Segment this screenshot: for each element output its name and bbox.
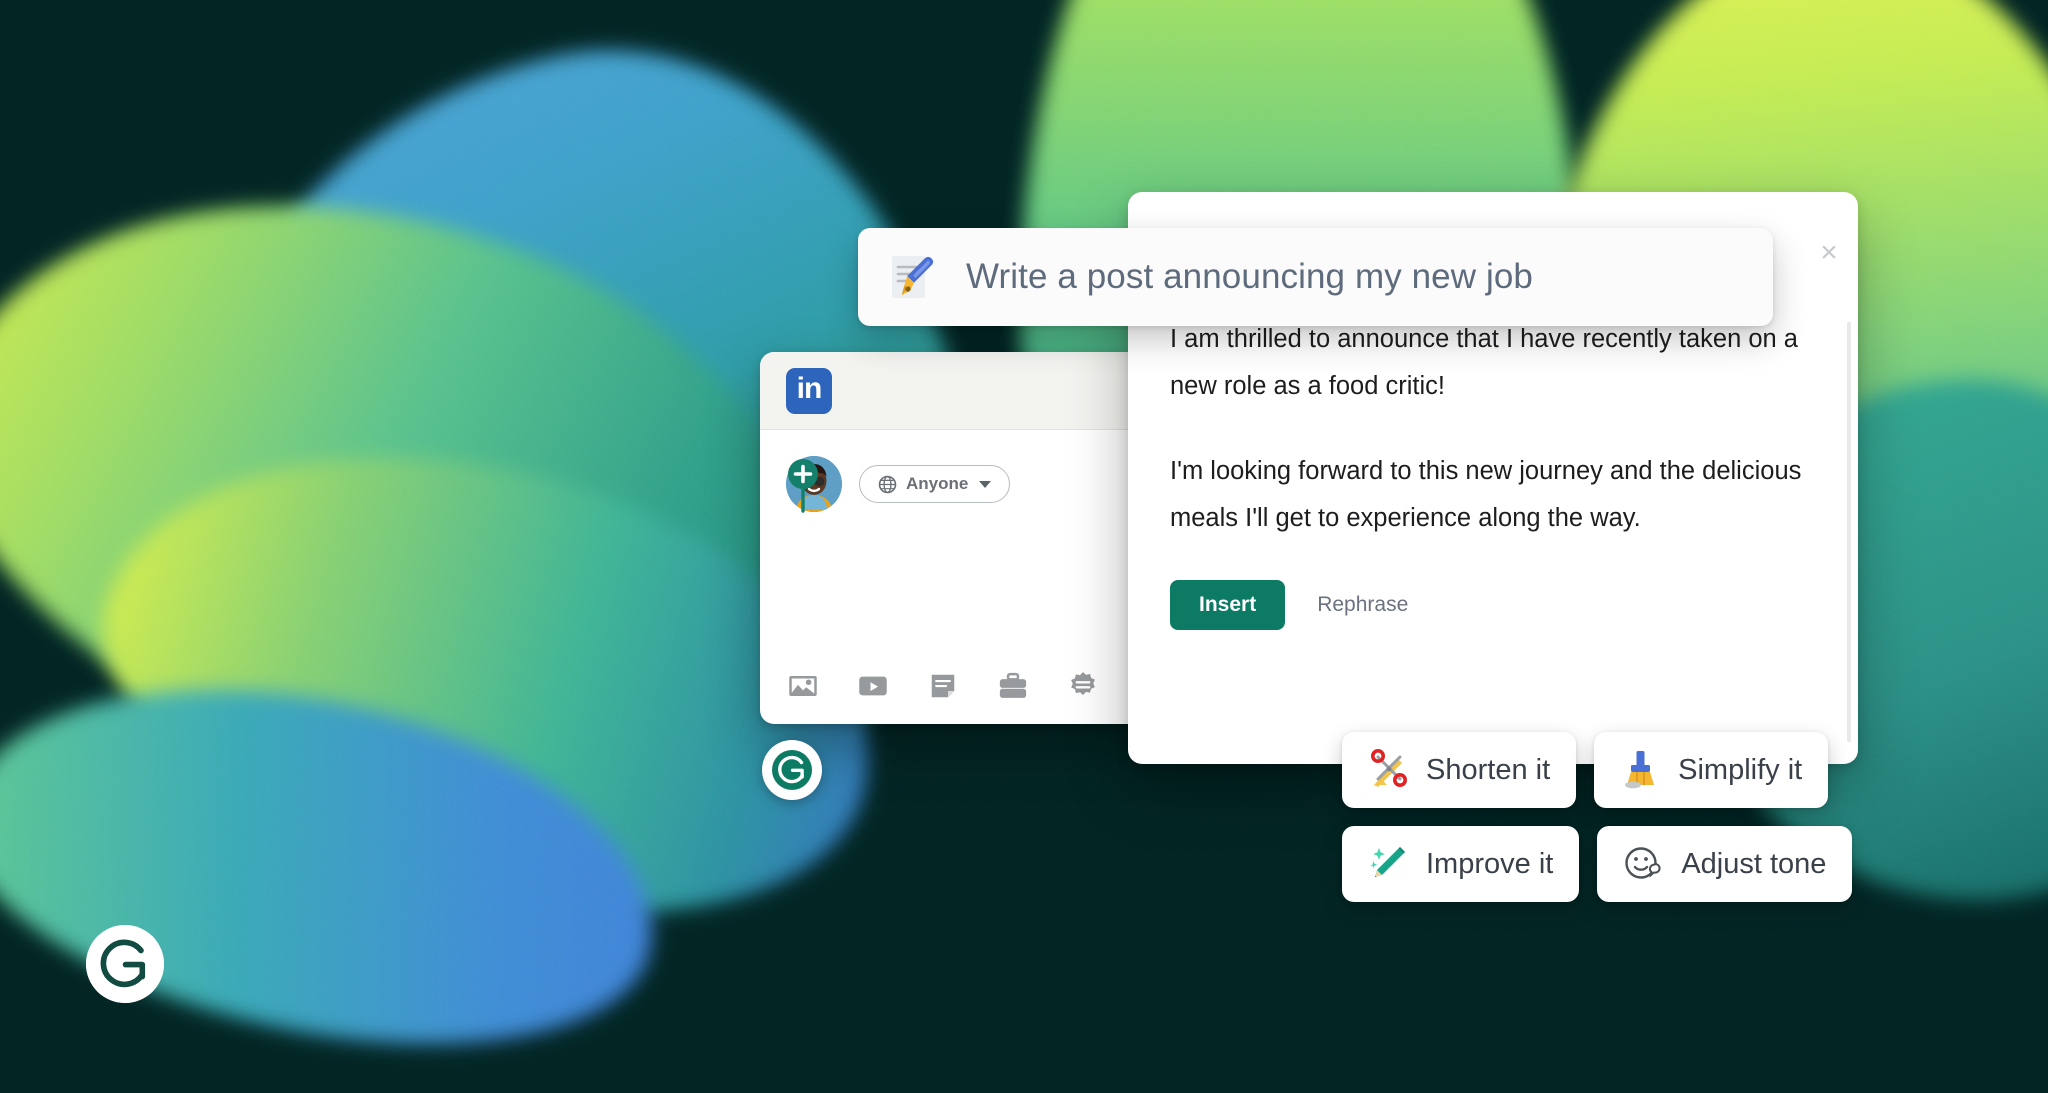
chip-label: Shorten it — [1426, 753, 1551, 786]
chip-label: Adjust tone — [1681, 847, 1827, 880]
grammarly-logo-mark — [86, 925, 164, 1003]
audience-selector[interactable]: Anyone — [859, 465, 1011, 503]
linkedin-logo-icon: in — [786, 367, 832, 414]
chevron-down-icon — [979, 480, 992, 488]
generated-paragraph-2: I'm looking forward to this new journey … — [1170, 457, 1802, 532]
audience-label: Anyone — [906, 474, 969, 493]
generated-text: I am thrilled to announce that I have re… — [1170, 316, 1816, 542]
suggestion-actions: Insert Rephrase — [1170, 580, 1816, 630]
improve-it-chip[interactable]: Improve it — [1342, 826, 1580, 902]
globe-icon — [878, 475, 897, 493]
prompt-input-bar[interactable]: Write a post announcing my new job — [858, 228, 1773, 326]
add-media-icon[interactable] — [788, 671, 818, 701]
add-video-icon[interactable] — [858, 671, 888, 701]
chip-label: Improve it — [1426, 847, 1554, 880]
grammarly-logo-icon — [86, 925, 164, 1003]
suggestion-content: I am thrilled to announce that I have re… — [1128, 316, 1858, 764]
chip-row-bottom: Improve it Adjust tone — [1342, 826, 1942, 902]
screenshot-stage: in Anyone × I am thrilled to announce th… — [0, 0, 2048, 1093]
job-briefcase-icon[interactable] — [998, 671, 1028, 701]
quick-action-chips: Shorten it Simplify it Improve it Adjust… — [1342, 732, 1942, 920]
shorten-it-chip[interactable]: Shorten it — [1342, 732, 1577, 808]
memo-pen-icon — [892, 256, 934, 298]
generated-paragraph-1: I am thrilled to announce that I have re… — [1170, 325, 1798, 400]
celebrate-badge-icon[interactable] — [1068, 671, 1098, 701]
smiley-face-icon — [1625, 847, 1661, 879]
prompt-text: Write a post announcing my new job — [966, 257, 1533, 296]
insert-button[interactable]: Insert — [1170, 580, 1286, 630]
write-article-icon[interactable] — [928, 671, 958, 701]
grammarly-g-icon — [772, 750, 812, 790]
chip-row-top: Shorten it Simplify it — [1342, 732, 1942, 808]
broom-icon — [1625, 751, 1655, 789]
adjust-tone-chip[interactable]: Adjust tone — [1597, 826, 1853, 902]
sparkle-pencil-icon — [1370, 847, 1405, 877]
simplify-it-chip[interactable]: Simplify it — [1594, 732, 1829, 808]
close-icon[interactable]: × — [1812, 236, 1846, 270]
insertion-pin-icon — [788, 459, 818, 513]
grammarly-floating-button[interactable] — [762, 740, 822, 800]
rephrase-button[interactable]: Rephrase — [1317, 593, 1408, 617]
scissors-icon — [1371, 749, 1407, 787]
chip-label: Simplify it — [1678, 753, 1803, 786]
